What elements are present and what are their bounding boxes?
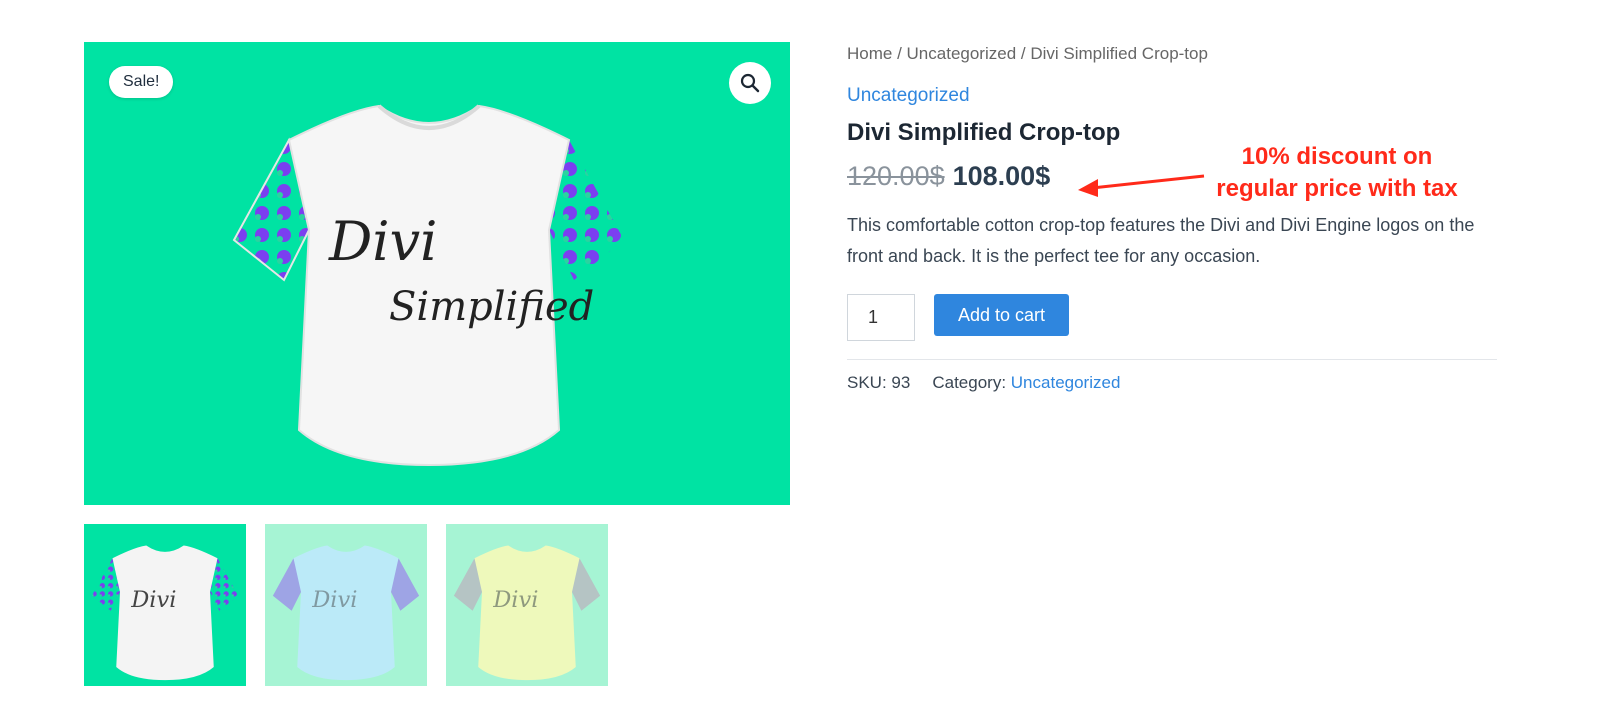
breadcrumb-category[interactable]: Uncategorized	[907, 44, 1017, 63]
product-description: This comfortable cotton crop-top feature…	[847, 215, 1475, 266]
print-line2: Simplified	[389, 284, 594, 330]
discount-annotation: 10% discount on regular price with tax	[1202, 141, 1472, 205]
sku-value: 93	[891, 373, 911, 392]
tshirt-image: Divi Simplified	[232, 104, 624, 467]
breadcrumb-separator: /	[892, 44, 907, 63]
product-summary: Home / Uncategorized / Divi Simplified C…	[847, 44, 1497, 393]
sku-label: SKU:	[847, 373, 887, 392]
annotation-line1: 10% discount on	[1241, 143, 1433, 170]
breadcrumb: Home / Uncategorized / Divi Simplified C…	[847, 44, 1497, 64]
tshirt-thumb-blue: Divi	[272, 545, 420, 681]
tshirt-thumb-white: Divi	[91, 545, 239, 681]
zoom-button[interactable]	[729, 62, 771, 104]
sku: SKU: 93	[847, 373, 910, 393]
breadcrumb-home[interactable]: Home	[847, 44, 892, 63]
thumbnail-2[interactable]: Divi	[265, 524, 427, 686]
magnifier-icon	[740, 73, 760, 93]
svg-text:Divi: Divi	[130, 587, 176, 613]
thumbnail-1[interactable]: Divi	[84, 524, 246, 686]
category-link[interactable]: Uncategorized	[847, 85, 970, 107]
add-to-cart-form: Add to cart	[847, 294, 1497, 341]
print-line1: Divi	[328, 210, 437, 273]
product-meta: SKU: 93 Category: Uncategorized	[847, 373, 1497, 393]
add-to-cart-button[interactable]: Add to cart	[934, 294, 1070, 336]
annotation-arrow-icon	[1078, 174, 1205, 197]
product-main-image[interactable]: Sale! Divi Simplified	[84, 42, 790, 505]
svg-text:Divi: Divi	[311, 587, 357, 613]
divider	[847, 359, 1497, 360]
sale-badge: Sale!	[109, 66, 174, 98]
breadcrumb-separator: /	[1016, 44, 1031, 63]
category-meta: Category: Uncategorized	[932, 373, 1120, 393]
breadcrumb-current: Divi Simplified Crop-top	[1030, 44, 1208, 63]
thumbnail-strip: Divi Divi Divi	[84, 524, 608, 686]
thumbnail-3[interactable]: Divi	[446, 524, 608, 686]
quantity-input[interactable]	[847, 294, 915, 341]
category-label: Category:	[932, 373, 1007, 392]
regular-price: 120.00$	[847, 161, 945, 191]
category-meta-link[interactable]: Uncategorized	[1011, 373, 1121, 392]
annotation-line2: regular price with tax	[1216, 175, 1458, 202]
sale-price: 108.00$	[952, 161, 1051, 191]
svg-text:Divi: Divi	[492, 587, 538, 613]
tshirt-thumb-yellow: Divi	[453, 545, 601, 681]
